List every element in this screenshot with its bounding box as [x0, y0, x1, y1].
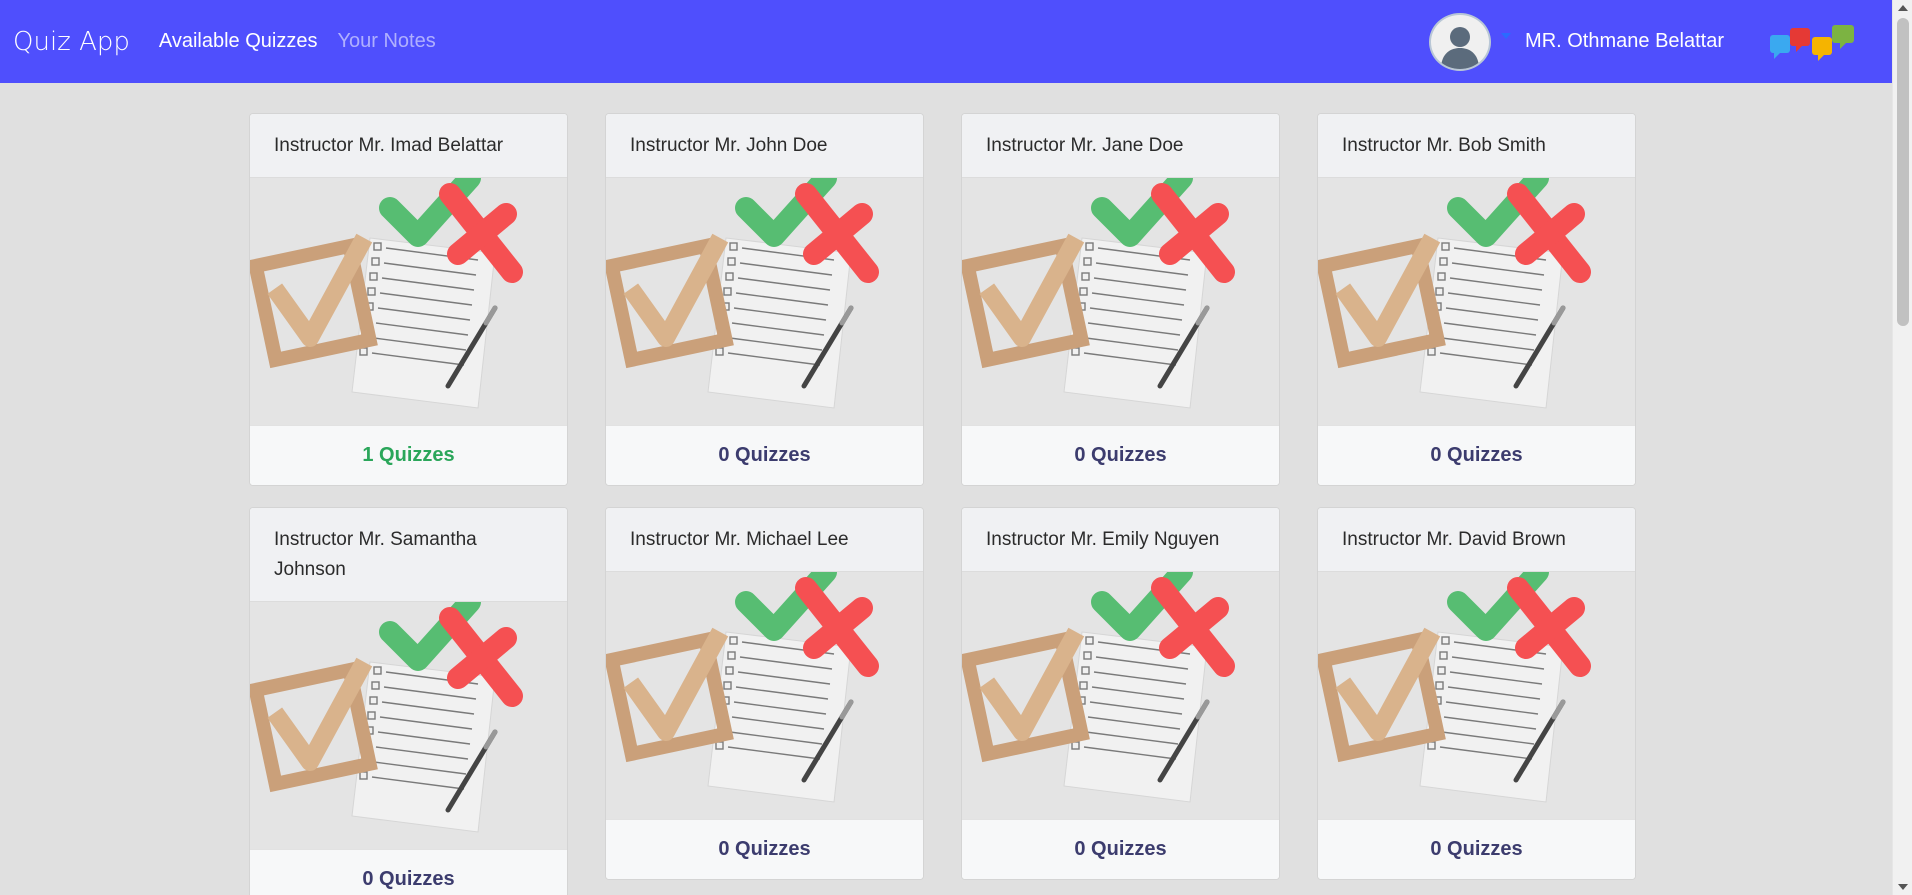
instructor-card-5[interactable]: Instructor Mr. Samantha Johnson 0 Quizze…: [249, 507, 568, 895]
instructor-card-8[interactable]: Instructor Mr. David Brown 0 Quizzes: [1317, 507, 1636, 880]
quiz-count: 0 Quizzes: [962, 425, 1279, 485]
nav-your-notes[interactable]: Your Notes: [337, 30, 435, 53]
instructor-card-4[interactable]: Instructor Mr. Bob Smith 0 Quizzes: [1317, 113, 1636, 486]
top-navbar: Quiz App Available Quizzes Your Notes MR…: [0, 0, 1892, 83]
instructor-grid: Instructor Mr. Imad Belattar 1 Quizzes I…: [249, 113, 1636, 895]
quiz-checklist-image: [606, 572, 923, 819]
quiz-checklist-image: [1318, 178, 1635, 425]
instructor-card-7[interactable]: Instructor Mr. Emily Nguyen 0 Quizzes: [961, 507, 1280, 880]
instructor-name: Instructor Mr. Samantha Johnson: [250, 508, 567, 602]
quiz-checklist-image: [250, 178, 567, 425]
brand-link[interactable]: Quiz App: [13, 27, 130, 57]
quiz-count: 0 Quizzes: [1318, 425, 1635, 485]
instructor-card-3[interactable]: Instructor Mr. Jane Doe 0 Quizzes: [961, 113, 1280, 486]
instructor-name: Instructor Mr. Bob Smith: [1318, 114, 1635, 178]
quiz-count: 0 Quizzes: [1318, 819, 1635, 879]
instructor-name: Instructor Mr. David Brown: [1318, 508, 1635, 572]
quiz-checklist-image: [250, 602, 567, 849]
instructor-card-1[interactable]: Instructor Mr. Imad Belattar 1 Quizzes: [249, 113, 568, 486]
quiz-checklist-image: [606, 178, 923, 425]
quiz-checklist-image: [962, 572, 1279, 819]
instructor-name: Instructor Mr. Michael Lee: [606, 508, 923, 572]
quiz-checklist-image: [962, 178, 1279, 425]
instructor-name: Instructor Mr. Jane Doe: [962, 114, 1279, 178]
dropdown-caret-icon[interactable]: [1501, 32, 1512, 39]
quiz-count: 0 Quizzes: [250, 849, 567, 895]
page-scrollbar[interactable]: [1892, 0, 1912, 895]
user-menu: MR. Othmane Belattar: [1429, 0, 1892, 83]
scroll-thumb[interactable]: [1897, 18, 1909, 326]
quiz-count: 1 Quizzes: [250, 425, 567, 485]
scroll-up-icon[interactable]: [1898, 5, 1908, 11]
quiz-count: 0 Quizzes: [962, 819, 1279, 879]
quiz-logo: [1768, 22, 1858, 62]
instructor-name: Instructor Mr. Imad Belattar: [250, 114, 567, 178]
quiz-checklist-image: [1318, 572, 1635, 819]
user-name[interactable]: MR. Othmane Belattar: [1525, 30, 1724, 53]
quiz-count: 0 Quizzes: [606, 819, 923, 879]
scroll-down-icon[interactable]: [1898, 884, 1908, 890]
instructor-card-6[interactable]: Instructor Mr. Michael Lee 0 Quizzes: [605, 507, 924, 880]
user-avatar-icon[interactable]: [1429, 12, 1492, 71]
instructor-name: Instructor Mr. John Doe: [606, 114, 923, 178]
instructor-card-2[interactable]: Instructor Mr. John Doe 0 Quizzes: [605, 113, 924, 486]
quiz-count: 0 Quizzes: [606, 425, 923, 485]
instructor-name: Instructor Mr. Emily Nguyen: [962, 508, 1279, 572]
nav-available-quizzes[interactable]: Available Quizzes: [159, 30, 318, 53]
